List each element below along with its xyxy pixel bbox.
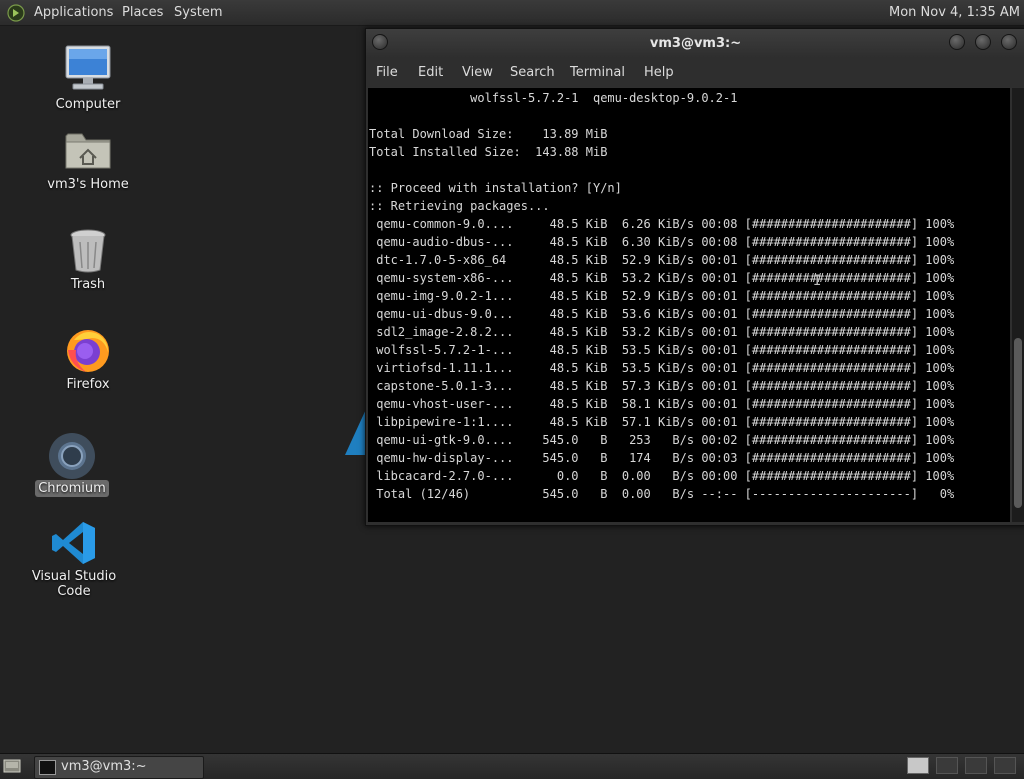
menu-search[interactable]: Search bbox=[510, 65, 555, 80]
workspace-3[interactable] bbox=[965, 757, 987, 774]
text-cursor-icon: I bbox=[813, 273, 822, 289]
terminal-line: qemu-vhost-user-... 48.5 KiB 58.1 KiB/s … bbox=[369, 397, 955, 411]
desktop-icon-chromium[interactable]: Chromium bbox=[17, 432, 127, 500]
terminal-line: qemu-common-9.0.... 48.5 KiB 6.26 KiB/s … bbox=[369, 217, 955, 231]
trash-icon bbox=[70, 229, 106, 273]
terminal-icon bbox=[39, 760, 56, 775]
terminal-line: libpipewire-1:1.... 48.5 KiB 57.1 KiB/s … bbox=[369, 415, 955, 429]
top-panel: Applications Places System Mon Nov 4, 1:… bbox=[0, 0, 1024, 26]
menu-view[interactable]: View bbox=[462, 65, 493, 80]
terminal-line: qemu-ui-dbus-9.0... 48.5 KiB 53.6 KiB/s … bbox=[369, 307, 955, 321]
menu-edit[interactable]: Edit bbox=[418, 65, 443, 80]
maximize-button[interactable] bbox=[975, 34, 991, 50]
system-menu[interactable]: System bbox=[174, 0, 222, 25]
workspace-2[interactable] bbox=[936, 757, 958, 774]
chromium-label: Chromium bbox=[35, 480, 109, 497]
workspace-4[interactable] bbox=[994, 757, 1016, 774]
scrollbar-thumb[interactable] bbox=[1014, 338, 1022, 508]
applications-menu[interactable]: Applications bbox=[34, 0, 113, 25]
terminal-line: wolfssl-5.7.2-1-... 48.5 KiB 53.5 KiB/s … bbox=[369, 343, 955, 357]
desktop-icon-vscode[interactable]: Visual Studio Code bbox=[19, 520, 129, 599]
terminal-line: qemu-ui-gtk-9.0.... 545.0 B 253 B/s 00:0… bbox=[369, 433, 955, 447]
desktop-icon-computer[interactable]: Computer bbox=[33, 44, 143, 116]
taskbar-button-terminal[interactable]: vm3@vm3:~ bbox=[34, 756, 204, 779]
taskbar-button-label: vm3@vm3:~ bbox=[61, 759, 147, 774]
window-titlebar[interactable]: vm3@vm3:~ bbox=[366, 29, 1024, 58]
computer-icon bbox=[65, 45, 111, 90]
terminal-line: Total Installed Size: 143.88 MiB bbox=[369, 145, 608, 159]
places-menu[interactable]: Places bbox=[122, 0, 163, 25]
terminal-line: libcacard-2.7.0-... 0.0 B 0.00 B/s 00:00… bbox=[369, 469, 955, 483]
clock[interactable]: Mon Nov 4, 1:35 AM bbox=[889, 0, 1020, 25]
terminal-menubar: File Edit View Search Terminal Help bbox=[366, 58, 1024, 87]
chromium-icon bbox=[49, 433, 95, 479]
desktop-icon-label: vm3's Home bbox=[47, 177, 129, 192]
terminal-line: dtc-1.7.0-5-x86_64 48.5 KiB 52.9 KiB/s 0… bbox=[369, 253, 955, 267]
terminal-line: Total (12/46) 545.0 B 0.00 B/s --:-- [--… bbox=[369, 487, 955, 501]
show-desktop-icon[interactable] bbox=[3, 759, 21, 773]
home-folder-icon bbox=[65, 133, 111, 169]
workspace-1[interactable] bbox=[907, 757, 929, 774]
desktop-icon-label: Firefox bbox=[66, 377, 110, 392]
window-menu-button[interactable] bbox=[372, 34, 388, 50]
terminal-line: qemu-img-9.0.2-1... 48.5 KiB 52.9 KiB/s … bbox=[369, 289, 955, 303]
terminal-scrollbar[interactable] bbox=[1012, 88, 1024, 522]
terminal-line: qemu-hw-display-... 545.0 B 174 B/s 00:0… bbox=[369, 451, 955, 465]
vscode-icon bbox=[52, 522, 95, 564]
terminal-line: qemu-system-x86-... 48.5 KiB 53.2 KiB/s … bbox=[369, 271, 955, 285]
terminal-output: wolfssl-5.7.2-1 qemu-desktop-9.0.2-1 Tot… bbox=[369, 89, 954, 503]
terminal-line: :: Retrieving packages... bbox=[369, 199, 550, 213]
terminal-line: :: Proceed with installation? [Y/n] bbox=[369, 181, 622, 195]
terminal-line: Total Download Size: 13.89 MiB bbox=[369, 127, 608, 141]
desktop-icon-trash[interactable]: Trash bbox=[33, 228, 143, 298]
desktop-icon-label: Trash bbox=[70, 277, 106, 292]
firefox-icon bbox=[67, 330, 109, 372]
terminal-line: sdl2_image-2.8.2... 48.5 KiB 53.2 KiB/s … bbox=[369, 325, 955, 339]
window-title: vm3@vm3:~ bbox=[649, 36, 742, 51]
desktop-icon-label: Chromium bbox=[17, 480, 127, 497]
menu-terminal[interactable]: Terminal bbox=[570, 65, 625, 80]
terminal-line: capstone-5.0.1-3... 48.5 KiB 57.3 KiB/s … bbox=[369, 379, 955, 393]
terminal-line: qemu-audio-dbus-... 48.5 KiB 6.30 KiB/s … bbox=[369, 235, 955, 249]
terminal-window[interactable]: vm3@vm3:~ File Edit View Search Terminal… bbox=[365, 28, 1024, 526]
gnome-foot-icon[interactable] bbox=[7, 4, 25, 22]
terminal-line: wolfssl-5.7.2-1 qemu-desktop-9.0.2-1 bbox=[369, 91, 738, 105]
terminal-output-area[interactable]: wolfssl-5.7.2-1 qemu-desktop-9.0.2-1 Tot… bbox=[368, 88, 1010, 522]
menu-file[interactable]: File bbox=[376, 65, 398, 80]
close-button[interactable] bbox=[1001, 34, 1017, 50]
bottom-panel: vm3@vm3:~ bbox=[0, 753, 1024, 779]
desktop-icon-firefox[interactable]: Firefox bbox=[33, 326, 143, 396]
desktop-icon-label: Computer bbox=[55, 97, 121, 112]
desktop-icon-label: Visual Studio Code bbox=[31, 569, 117, 599]
terminal-line: virtiofsd-1.11.1... 48.5 KiB 53.5 KiB/s … bbox=[369, 361, 955, 375]
desktop-icon-home[interactable]: vm3's Home bbox=[33, 128, 143, 200]
menu-help[interactable]: Help bbox=[644, 65, 674, 80]
minimize-button[interactable] bbox=[949, 34, 965, 50]
